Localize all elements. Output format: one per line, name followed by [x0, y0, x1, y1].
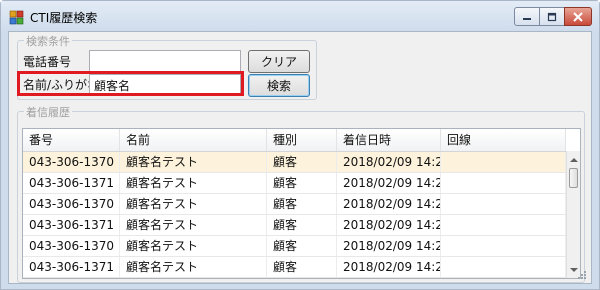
table-row[interactable]: 043-306-1371 顧客名テスト 顧客 2018/02/09 14:23 [23, 173, 566, 194]
name-field-highlight [17, 71, 244, 96]
app-window: CTI履歴検索 検索条件 電話番号 クリア 名前/ふりがな 顧客名 検索 着信履… [0, 0, 600, 290]
vertical-scrollbar[interactable] [566, 151, 580, 278]
table-row[interactable]: 043-306-1371 顧客名テスト 顧客 2018/02/09 14:22 [23, 257, 566, 278]
cell-type: 顧客 [267, 236, 337, 256]
title-bar[interactable]: CTI履歴検索 [1, 1, 599, 31]
phone-input[interactable] [89, 50, 241, 72]
column-header-line[interactable]: 回線 [441, 129, 566, 151]
column-header-number[interactable]: 番号 [23, 129, 120, 151]
minimize-icon [523, 17, 531, 20]
cell-number: 043-306-1371 [23, 215, 120, 235]
scroll-thumb[interactable] [569, 168, 578, 188]
window-title: CTI履歴検索 [30, 11, 98, 25]
table-row[interactable]: 043-306-1370 顧客名テスト 顧客 2018/02/09 14:23 [23, 194, 566, 215]
grid-header: 番号 名前 種別 着信日時 回線 [23, 129, 566, 152]
scroll-up-button[interactable] [567, 152, 580, 166]
cell-name: 顧客名テスト [120, 236, 267, 256]
cell-type: 顧客 [267, 152, 337, 172]
column-header-type[interactable]: 種別 [267, 129, 337, 151]
clear-button[interactable]: クリア [248, 50, 310, 73]
column-header-name[interactable]: 名前 [120, 129, 267, 151]
chevron-up-icon [570, 157, 578, 162]
resize-grip-icon[interactable] [577, 270, 587, 280]
cell-datetime: 2018/02/09 14:24 [337, 152, 441, 172]
cell-type: 顧客 [267, 194, 337, 214]
cell-datetime: 2018/02/09 14:23 [337, 215, 441, 235]
cell-datetime: 2018/02/09 14:23 [337, 194, 441, 214]
cell-type: 顧客 [267, 257, 337, 277]
cell-datetime: 2018/02/09 14:22 [337, 257, 441, 277]
maximize-button[interactable] [539, 7, 565, 26]
minimize-button[interactable] [514, 7, 540, 26]
cell-number: 043-306-1370 [23, 194, 120, 214]
cell-datetime: 2018/02/09 14:23 [337, 173, 441, 193]
cell-datetime: 2018/02/09 14:23 [337, 236, 441, 256]
cell-type: 顧客 [267, 215, 337, 235]
table-row[interactable]: 043-306-1370 顧客名テスト 顧客 2018/02/09 14:23 [23, 236, 566, 257]
cell-name: 顧客名テスト [120, 194, 267, 214]
search-conditions-legend: 検索条件 [24, 33, 72, 49]
cell-name: 顧客名テスト [120, 257, 267, 277]
cell-name: 顧客名テスト [120, 152, 267, 172]
cell-line [441, 257, 566, 277]
call-history-grid[interactable]: 番号 名前 種別 着信日時 回線 043-306-1370 顧客名テスト 顧客 … [22, 128, 581, 279]
maximize-icon [547, 12, 557, 21]
cell-type: 顧客 [267, 173, 337, 193]
search-button[interactable]: 検索 [248, 74, 310, 97]
cell-name: 顧客名テスト [120, 215, 267, 235]
close-icon [573, 11, 583, 22]
app-icon [9, 10, 24, 25]
call-history-legend: 着信履歴 [24, 104, 72, 120]
cell-line [441, 236, 566, 256]
phone-label: 電話番号 [23, 55, 72, 69]
cell-line [441, 194, 566, 214]
table-row[interactable]: 043-306-1370 顧客名テスト 顧客 2018/02/09 14:24 [23, 152, 566, 173]
cell-line [441, 215, 566, 235]
client-area: 検索条件 電話番号 クリア 名前/ふりがな 検索 着信履歴 番号 名前 種別 着… [8, 31, 592, 284]
close-button[interactable] [564, 7, 592, 26]
cell-line [441, 152, 566, 172]
table-row[interactable]: 043-306-1371 顧客名テスト 顧客 2018/02/09 14:23 [23, 215, 566, 236]
cell-line [441, 173, 566, 193]
cell-number: 043-306-1371 [23, 257, 120, 277]
cell-number: 043-306-1370 [23, 152, 120, 172]
cell-number: 043-306-1370 [23, 236, 120, 256]
cell-number: 043-306-1371 [23, 173, 120, 193]
column-header-datetime[interactable]: 着信日時 [337, 129, 441, 151]
cell-name: 顧客名テスト [120, 173, 267, 193]
